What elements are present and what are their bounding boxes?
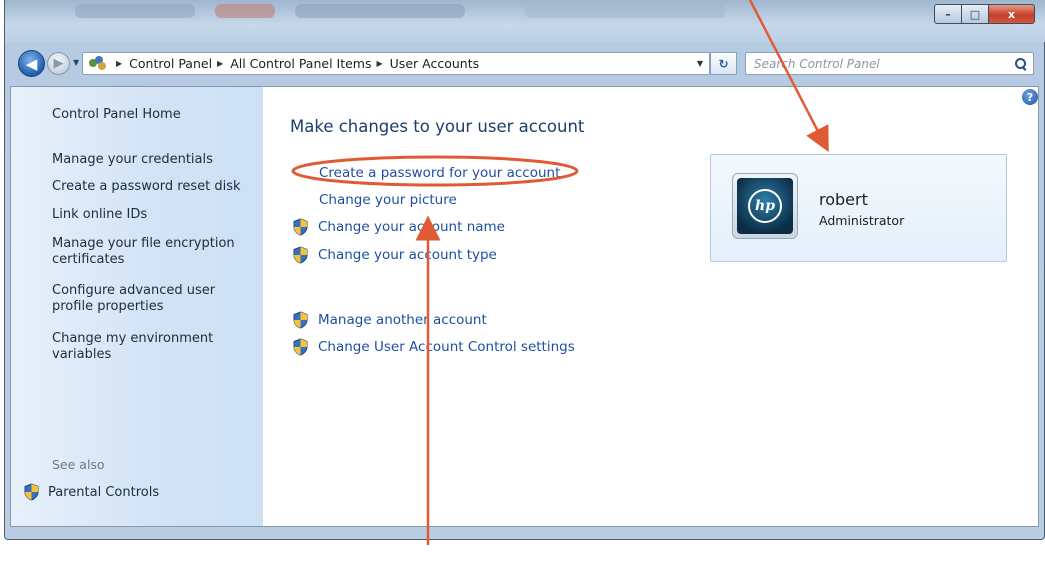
- uac-shield-icon: [292, 246, 309, 264]
- task-label[interactable]: Manage another account: [318, 312, 487, 328]
- task-label[interactable]: Change your picture: [319, 192, 457, 208]
- sidebar-link-link-online-ids[interactable]: Link online IDs: [52, 207, 252, 223]
- task-label[interactable]: Change your account name: [318, 219, 505, 235]
- address-dropdown-icon[interactable]: ▼: [697, 59, 703, 68]
- close-button[interactable]: x: [988, 4, 1035, 24]
- content-area: Control Panel Home Manage your credentia…: [10, 86, 1039, 527]
- sidebar-link-environment-variables[interactable]: Change my environment variables: [52, 331, 232, 363]
- forward-button[interactable]: ▶: [47, 52, 70, 75]
- help-icon[interactable]: ?: [1022, 89, 1038, 105]
- task-change-account-type[interactable]: Change your account type: [292, 246, 497, 264]
- account-name: robert: [819, 190, 868, 209]
- uac-shield-icon: [292, 218, 309, 236]
- minimize-button[interactable]: –: [934, 4, 962, 24]
- uac-shield-icon: [292, 338, 309, 356]
- task-manage-another-account[interactable]: Manage another account: [292, 311, 487, 329]
- breadcrumb-all-items[interactable]: All Control Panel Items: [230, 56, 371, 71]
- page-title: Make changes to your user account: [290, 117, 585, 136]
- avatar-image: hp: [737, 178, 793, 234]
- account-type: Administrator: [819, 213, 905, 228]
- task-label[interactable]: Change User Account Control settings: [318, 339, 575, 355]
- refresh-button[interactable]: ↻: [710, 52, 737, 75]
- task-label[interactable]: Change your account type: [318, 247, 497, 263]
- recent-pages-chevron-icon[interactable]: ▼: [73, 58, 79, 67]
- task-change-uac-settings[interactable]: Change User Account Control settings: [292, 338, 575, 356]
- task-change-picture[interactable]: Change your picture: [319, 192, 457, 208]
- title-bar[interactable]: – □ x: [5, 0, 1045, 42]
- sidebar-link-parental-controls[interactable]: Parental Controls: [23, 483, 159, 501]
- user-accounts-icon: [89, 55, 107, 72]
- parental-controls-label[interactable]: Parental Controls: [48, 485, 159, 500]
- sidebar-link-file-encryption[interactable]: Manage your file encryption certificates: [52, 236, 248, 268]
- sidebar-link-advanced-profile[interactable]: Configure advanced user profile properti…: [52, 283, 232, 315]
- avatar: hp: [732, 173, 798, 239]
- main-panel: Make changes to your user account Create…: [264, 87, 1038, 526]
- breadcrumb-separator-icon[interactable]: ▶: [217, 59, 223, 68]
- uac-shield-icon: [292, 311, 309, 329]
- back-button[interactable]: ◀: [18, 50, 45, 77]
- task-create-password[interactable]: Create a password for your account: [319, 165, 560, 181]
- sidebar-link-control-panel-home[interactable]: Control Panel Home: [52, 107, 252, 123]
- address-bar[interactable]: ▶ Control Panel ▶ All Control Panel Item…: [82, 52, 710, 75]
- hp-logo-icon: hp: [748, 189, 782, 223]
- uac-shield-icon: [23, 483, 40, 501]
- breadcrumb-user-accounts[interactable]: User Accounts: [390, 56, 479, 71]
- sidebar-link-password-reset-disk[interactable]: Create a password reset disk: [52, 179, 252, 195]
- search-input[interactable]: [754, 56, 1004, 71]
- breadcrumb-control-panel[interactable]: Control Panel: [129, 56, 212, 71]
- user-account-card: hp robert Administrator: [710, 154, 1007, 262]
- see-also-label: See also: [52, 457, 105, 472]
- breadcrumb-separator-icon: ▶: [116, 59, 123, 68]
- breadcrumb-separator-icon[interactable]: ▶: [377, 59, 383, 68]
- sidebar-link-manage-credentials[interactable]: Manage your credentials: [52, 152, 252, 168]
- task-sidebar: Control Panel Home Manage your credentia…: [11, 87, 263, 526]
- task-change-account-name[interactable]: Change your account name: [292, 218, 505, 236]
- maximize-button[interactable]: □: [961, 4, 989, 24]
- search-icon[interactable]: [1015, 57, 1027, 70]
- task-label[interactable]: Create a password for your account: [319, 165, 560, 181]
- screenshot: – □ x ◀ ▶ ▼ ▶ Control Panel ▶ All Contro…: [0, 0, 1045, 567]
- search-box[interactable]: [745, 52, 1034, 75]
